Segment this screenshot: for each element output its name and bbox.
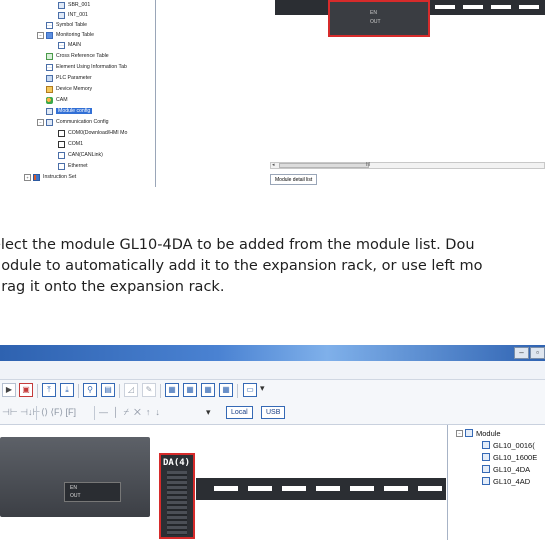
added-module-da4[interactable]: DA(4) bbox=[159, 453, 195, 539]
local-button[interactable]: Local bbox=[226, 406, 253, 419]
monitor-icon[interactable]: ⚲ bbox=[83, 383, 97, 397]
folder-icon bbox=[46, 31, 53, 39]
module-config-icon bbox=[46, 107, 53, 115]
top-screenshot: SBR_001 INT_001 Symbol Table − Monitoring… bbox=[0, 0, 545, 187]
din-rail bbox=[196, 478, 446, 500]
tree-item-cam[interactable]: CAM bbox=[46, 95, 68, 105]
module-folder-icon bbox=[465, 429, 473, 437]
plc-out-label: OUT bbox=[70, 493, 81, 499]
instruction-line-3: drag it onto the expansion rack. bbox=[0, 279, 225, 295]
window-icon[interactable]: ▭ bbox=[243, 383, 257, 397]
instruction-line-2: nodule to automatically add it to the ex… bbox=[0, 258, 483, 274]
tree-item-can[interactable]: CAN(CANLink) bbox=[58, 150, 103, 160]
scroll-grip: III bbox=[366, 162, 371, 168]
tree-item-symbol-table[interactable]: Symbol Table bbox=[46, 20, 87, 30]
module-list-item-gl10-4da[interactable]: GL10_4DA bbox=[482, 464, 530, 474]
module-list-item[interactable]: GL10_4AD bbox=[482, 476, 530, 486]
expand-icon[interactable]: + bbox=[24, 173, 31, 181]
device-memory-icon bbox=[46, 85, 53, 93]
view-icon-2[interactable]: ▦ bbox=[183, 383, 197, 397]
plc-parameter-icon bbox=[46, 74, 53, 82]
collapse-icon[interactable]: − bbox=[37, 118, 44, 126]
tree-item-module-config[interactable]: Module config bbox=[46, 106, 93, 116]
module-terminal-pins bbox=[167, 471, 187, 535]
ladder-coil-icons[interactable]: ⟨⟩ ⟨F⟩ [F] bbox=[41, 407, 76, 418]
module-icon bbox=[482, 477, 490, 485]
horizontal-scrollbar[interactable]: ◂ III bbox=[270, 162, 545, 169]
plc-cpu-module[interactable]: EN OUT bbox=[328, 0, 430, 37]
tab-module-detail-list[interactable]: Module detail list bbox=[270, 174, 318, 185]
checkbox-icon bbox=[58, 129, 65, 137]
can-icon bbox=[58, 151, 65, 159]
toolbar-dropdown-icon[interactable]: ▾ bbox=[260, 383, 265, 394]
ethernet-icon bbox=[58, 162, 65, 170]
plc-en-label: EN bbox=[70, 485, 77, 491]
tree-item-element-using[interactable]: Element Using Information Tab bbox=[46, 62, 127, 72]
tree-item-sbr001[interactable]: SBR_001 bbox=[58, 0, 90, 10]
plc-en-label: EN bbox=[370, 10, 377, 16]
edit-icon[interactable]: ✎ bbox=[142, 383, 156, 397]
collapse-icon[interactable]: − bbox=[37, 31, 44, 39]
usb-button[interactable]: USB bbox=[261, 406, 286, 419]
table-icon bbox=[46, 63, 53, 71]
tree-item-device-memory[interactable]: Device Memory bbox=[46, 84, 92, 94]
chart-icon[interactable]: ◿ bbox=[124, 383, 138, 397]
tree-item-communication-config[interactable]: − Communication Config bbox=[37, 117, 108, 127]
communication-config-icon bbox=[46, 118, 53, 126]
module-icon bbox=[482, 465, 490, 473]
menu-strip bbox=[0, 361, 545, 380]
tree-item-plc-parameter[interactable]: PLC Parameter bbox=[46, 73, 92, 83]
minimize-button[interactable]: – bbox=[514, 347, 529, 359]
project-tree-panel: SBR_001 INT_001 Symbol Table − Monitoring… bbox=[0, 0, 156, 187]
tree-item-com0[interactable]: COM0(Download/HMI Mo bbox=[58, 128, 127, 138]
table-icon bbox=[46, 21, 53, 29]
window-controls: – ▫ bbox=[514, 347, 545, 359]
ladder-dropdown-icon[interactable]: ▾ bbox=[206, 407, 211, 418]
doc-icon bbox=[58, 11, 65, 19]
stop-icon[interactable]: ▣ bbox=[19, 383, 33, 397]
module-icon bbox=[482, 453, 490, 461]
cross-reference-icon bbox=[46, 52, 53, 60]
ladder-line-icons[interactable]: — │ ⌿ ✕ ↑ ↓ bbox=[99, 407, 160, 418]
view-icon-1[interactable]: ▦ bbox=[165, 383, 179, 397]
run-icon[interactable]: ▶ bbox=[2, 383, 16, 397]
tree-item-int001[interactable]: INT_001 bbox=[58, 10, 88, 20]
module-tree-root[interactable]: − Module bbox=[456, 428, 501, 438]
module-list-item[interactable]: GL10_0016( bbox=[482, 440, 535, 450]
collapse-icon[interactable]: − bbox=[456, 429, 463, 437]
toolbar-main: ▶ ▣ ⤒ ⤓ ⚲ ▤ ◿ ✎ ▦ ▦ ▦ ▦ ▭ ▾ bbox=[0, 380, 545, 402]
plc-cpu-module[interactable]: EN OUT bbox=[0, 437, 150, 517]
module-list-panel: − Module GL10_0016( GL10_1600E GL10_4DA … bbox=[447, 425, 545, 540]
restore-button[interactable]: ▫ bbox=[530, 347, 545, 359]
cam-icon bbox=[46, 96, 53, 104]
download-icon[interactable]: ⤓ bbox=[60, 383, 74, 397]
tree-item-com1[interactable]: COM1 bbox=[58, 139, 83, 149]
instruction-set-icon bbox=[33, 173, 40, 181]
compare-icon[interactable]: ▤ bbox=[101, 383, 115, 397]
upload-icon[interactable]: ⤒ bbox=[42, 383, 56, 397]
tree-item-instruction-set[interactable]: + Instruction Set bbox=[24, 172, 76, 182]
tree-item-main[interactable]: MAIN bbox=[58, 40, 81, 50]
checkbox-icon bbox=[58, 140, 65, 148]
module-icon bbox=[482, 441, 490, 449]
module-list-item[interactable]: GL10_1600E bbox=[482, 452, 537, 462]
tree-item-monitoring-table[interactable]: − Monitoring Table bbox=[37, 30, 94, 40]
toolbar-ladder: ⊣⊢ ⊣↓⊢ ⟨⟩ ⟨F⟩ [F] — │ ⌿ ✕ ↑ ↓ ▾ Local US… bbox=[0, 402, 545, 425]
doc-icon bbox=[58, 1, 65, 9]
plc-out-label: OUT bbox=[370, 19, 381, 25]
table-icon bbox=[58, 41, 65, 49]
scroll-thumb[interactable] bbox=[279, 163, 369, 168]
instruction-line-1: elect the module GL10-4DA to be added fr… bbox=[0, 237, 475, 253]
scroll-left-icon[interactable]: ◂ bbox=[272, 163, 275, 168]
module-da4-label: DA(4) bbox=[163, 458, 191, 468]
bottom-screenshot: – ▫ ▶ ▣ ⤒ ⤓ ⚲ ▤ ◿ ✎ ▦ ▦ ▦ ▦ ▭ ▾ ⊣⊢ ⊣↓⊢ ⟨… bbox=[0, 345, 545, 540]
tree-item-cross-reference[interactable]: Cross Reference Table bbox=[46, 51, 109, 61]
instruction-paragraph: elect the module GL10-4DA to be added fr… bbox=[0, 235, 545, 298]
tree-item-ethernet[interactable]: Ethernet bbox=[58, 161, 88, 171]
ladder-contact-icons[interactable]: ⊣⊢ ⊣↓⊢ bbox=[2, 407, 40, 418]
window-titlebar[interactable] bbox=[0, 345, 545, 361]
view-icon-4[interactable]: ▦ bbox=[219, 383, 233, 397]
view-icon-3[interactable]: ▦ bbox=[201, 383, 215, 397]
